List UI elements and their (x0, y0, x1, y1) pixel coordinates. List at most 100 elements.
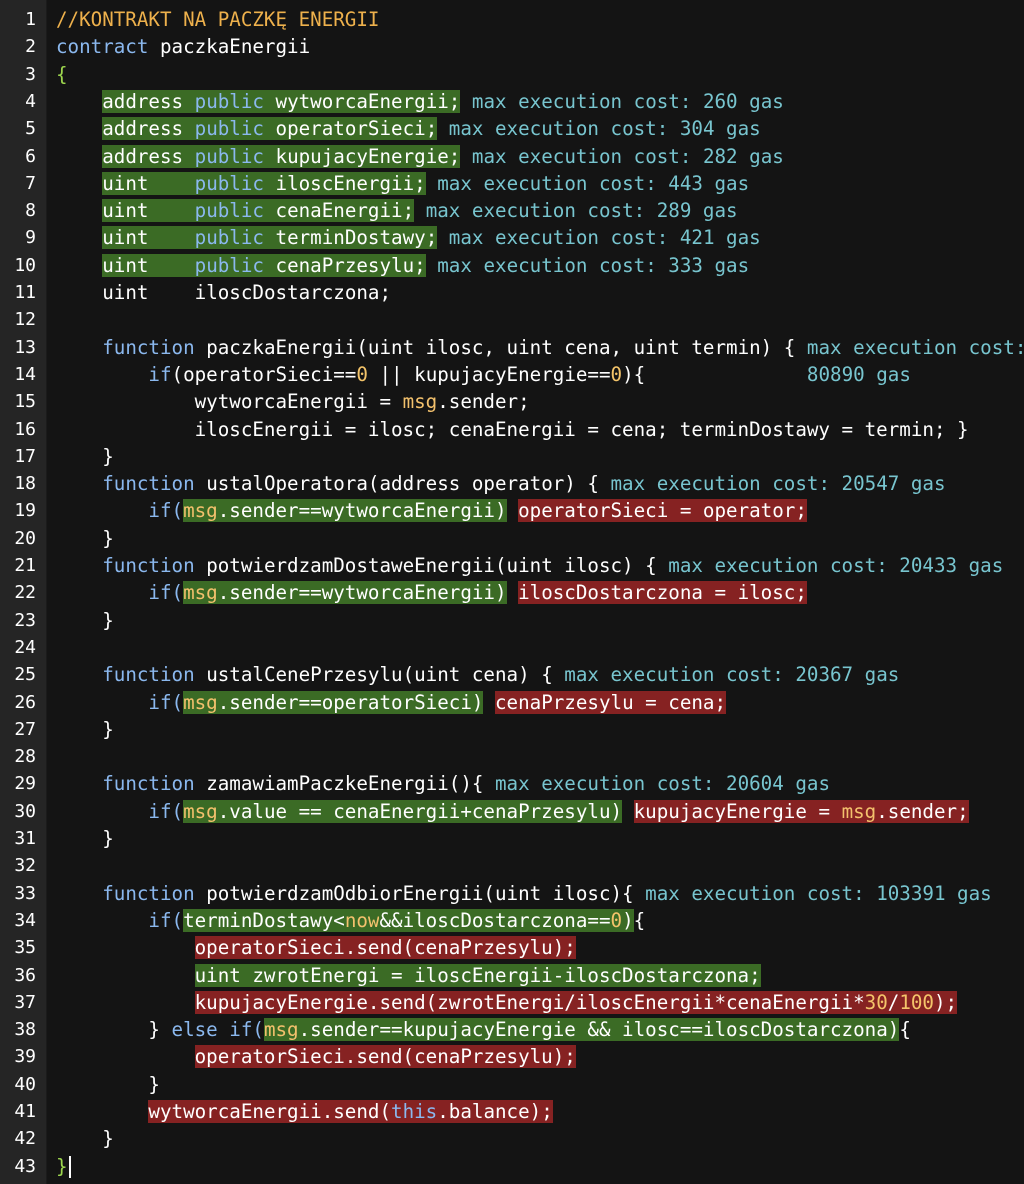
code-line: 34 if(terminDostawy<now&&iloscDostarczon… (0, 907, 1024, 934)
covered-code-span: terminDostawy< (183, 908, 345, 932)
code-line: 30 if(msg.value == cenaEnergii+cenaPrzes… (0, 798, 1024, 825)
covered-code-span: cenaPrzesylu; (275, 253, 426, 277)
covered-code-span: wytworcaEnergii; (275, 89, 461, 113)
uncovered-code-span: operatorSieci = operator; (518, 499, 807, 523)
covered-code-span: uint (102, 171, 195, 195)
code-text: //KONTRAKT NA PACZKĘ ENERGII (56, 6, 379, 33)
covered-code-span: .sender==operatorSieci) (217, 690, 484, 714)
covered-code-span: public (194, 171, 276, 195)
code-text: { (56, 61, 68, 88)
gas-cost-annotation: max execution cost: 260 gas (460, 89, 784, 113)
code-line: 28 (0, 743, 1024, 770)
code-token: { (633, 908, 646, 932)
covered-code-span: public (194, 253, 276, 277)
code-text: function potwierdzamOdbiorEnergii(uint i… (56, 880, 992, 907)
code-editor[interactable]: 1 //KONTRAKT NA PACZKĘ ENERGII 2 contract p… (0, 0, 1024, 1184)
code-text: wytworcaEnergii.send(this.balance); (56, 1098, 553, 1125)
covered-code-span: .sender==kupujacyEnergie && ilosc==ilosc… (298, 1018, 900, 1042)
code-text: if(msg.sender==wytworcaEnergii) iloscDos… (56, 579, 807, 606)
code-line: 37 kupujacyEnergie.send(zwrotEnergi/ilos… (0, 989, 1024, 1016)
gas-cost-annotation: max execution cost: 103391 gas (633, 881, 992, 905)
covered-code-span: cenaEnergii; (275, 199, 415, 223)
covered-code-span: kupujacyEnergie; (275, 144, 461, 168)
code-token: ){ (622, 362, 646, 386)
line-number: 31 (14, 828, 36, 849)
code-text: uint zwrotEnergi = iloscEnergii-iloscDos… (56, 962, 761, 989)
code-text: iloscEnergii = ilosc; cenaEnergii = cena… (56, 416, 969, 443)
code-line: 26 if(msg.sender==operatorSieci) cenaPrz… (0, 689, 1024, 716)
code-token: //KONTRAKT NA PACZKĘ ENERGII (56, 8, 380, 31)
covered-code-span: iloscEnergii; (275, 171, 426, 195)
line-number: 16 (14, 418, 36, 440)
code-line: 5 address public operatorSieci; max exec… (0, 115, 1024, 142)
line-number: 7 (25, 172, 36, 194)
code-token: 0 (356, 362, 368, 386)
line-number: 34 (14, 909, 36, 931)
code-text: } else if(msg.sender==kupujacyEnergie &&… (56, 1016, 911, 1043)
line-number: 42 (14, 1128, 36, 1150)
covered-code-span: uint zwrotEnergi = iloscEnergii-iloscDos… (194, 963, 761, 987)
covered-code-span: &&iloscDostarczona== (379, 908, 611, 932)
code-line: 32 (0, 852, 1024, 879)
text-cursor (68, 1156, 71, 1179)
covered-code-span: msg (263, 1018, 299, 1042)
line-number: 22 (14, 582, 36, 604)
line-number: 2 (25, 36, 36, 58)
line-number: 27 (14, 718, 36, 740)
uncovered-code-span: this (391, 1100, 438, 1123)
uncovered-code-span: kupujacyEnergie.send(zwrotEnergi/iloscEn… (194, 990, 865, 1014)
code-token: } (148, 1072, 160, 1096)
code-text: wytworcaEnergii = msg.sender; (56, 388, 530, 415)
covered-code-span: uint (102, 226, 195, 250)
covered-code-span: public (194, 144, 276, 168)
line-number: 38 (14, 1019, 36, 1041)
code-line: 14 if(operatorSieci==0 || kupujacyEnergi… (0, 361, 1024, 388)
line-number: 37 (14, 991, 36, 1013)
code-token: else if( (171, 1018, 264, 1042)
line-number: 18 (14, 473, 36, 495)
code-line: 13 function paczkaEnergii(uint ilosc, ui… (0, 334, 1024, 361)
code-token: potwierdzamDostaweEnergii(uint ilosc) { (206, 554, 657, 577)
covered-code-span: msg (183, 499, 218, 523)
line-number: 33 (14, 882, 36, 904)
code-token: } (56, 1154, 68, 1178)
uncovered-code-span: operatorSieci.send(cenaPrzesylu); (194, 1045, 576, 1069)
code-line: 15 wytworcaEnergii = msg.sender; (0, 388, 1024, 415)
code-token: if( (148, 799, 184, 823)
code-token: function (102, 881, 207, 905)
line-number: 14 (14, 363, 36, 385)
code-token: } (102, 526, 114, 550)
covered-code-span: public (194, 117, 276, 141)
code-text: address public wytworcaEnergii; max exec… (56, 88, 784, 115)
code-text: address public kupujacyEnergie; max exec… (56, 143, 784, 170)
code-text: uint public cenaEnergii; max execution c… (56, 197, 738, 224)
covered-code-span: .sender==wytworcaEnergii) (217, 581, 507, 605)
line-number: 28 (14, 746, 36, 768)
code-line: 39 operatorSieci.send(cenaPrzesylu); (0, 1043, 1024, 1070)
code-token: } (148, 1018, 172, 1042)
code-line: 21 function potwierdzamDostaweEnergii(ui… (0, 552, 1024, 579)
code-token: } (102, 827, 114, 850)
code-text: } (56, 1153, 71, 1180)
line-number: 40 (14, 1073, 36, 1095)
code-line: 19 if(msg.sender==wytworcaEnergii) opera… (0, 497, 1024, 524)
code-token: function (102, 772, 207, 796)
code-token: if( (148, 581, 184, 605)
